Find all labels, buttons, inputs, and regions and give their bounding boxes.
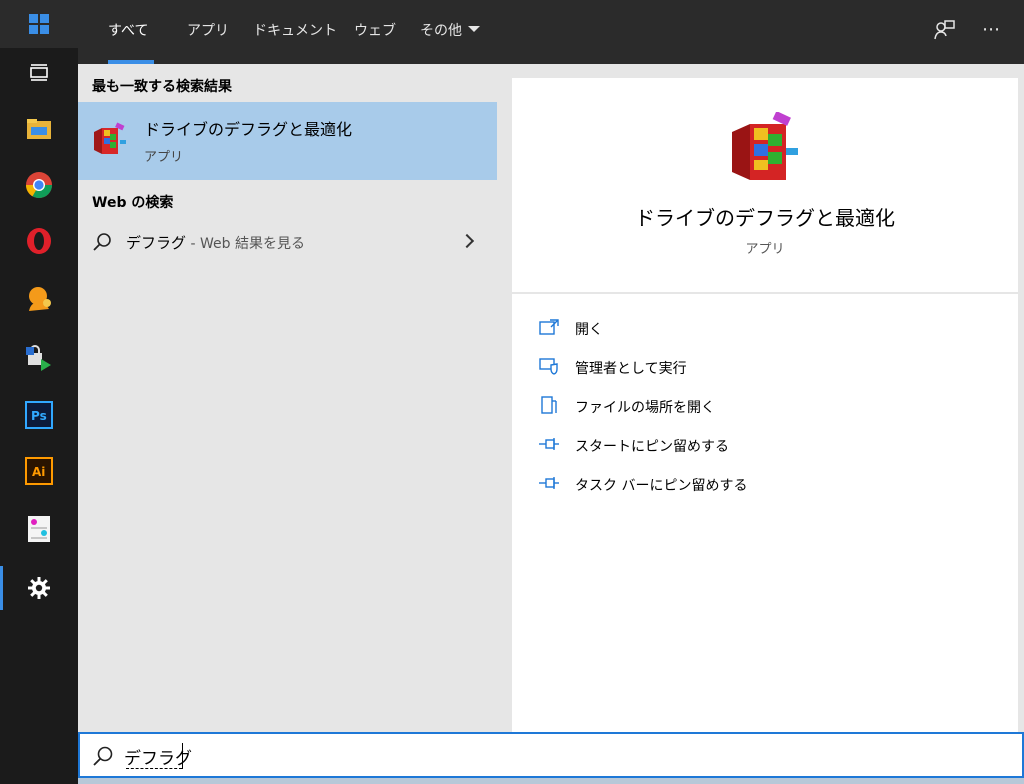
svg-text:Ps: Ps [31, 409, 47, 423]
photoshop-icon[interactable]: Ps [24, 400, 54, 430]
search-icon [92, 232, 112, 252]
windows-logo-icon [29, 14, 49, 34]
search-input[interactable] [124, 742, 984, 770]
search-icon [92, 745, 114, 767]
app-detail-pane: ドライブのデフラグと最適化 アプリ 開く 管理者として実行 ファイルの場所を開く… [512, 78, 1018, 732]
opera-icon[interactable] [24, 226, 54, 256]
text-cursor [182, 743, 183, 769]
tab-all[interactable]: すべて [108, 20, 148, 42]
pin-icon [538, 435, 560, 453]
chevron-down-icon [468, 26, 480, 32]
tab-documents[interactable]: ドキュメント [253, 20, 337, 42]
start-button[interactable] [0, 0, 78, 48]
defrag-app-large-icon [728, 110, 804, 184]
action-run-as-admin-label: 管理者として実行 [575, 361, 687, 377]
defrag-app-icon [92, 122, 128, 158]
vertical-taskbar: Ps Ai [0, 0, 78, 784]
ime-composition-underline [126, 768, 182, 769]
illustrator-icon[interactable]: Ai [24, 456, 54, 486]
chevron-right-icon[interactable] [459, 233, 475, 249]
file-explorer-icon[interactable] [24, 114, 54, 144]
search-tabs-bar: すべて アプリ ドキュメント ウェブ その他 ⋯ [78, 0, 1024, 64]
web-search-text: デフラグ - Web 結果を見る [126, 232, 305, 253]
best-match-type: アプリ [144, 150, 184, 165]
tab-more[interactable]: その他 [420, 20, 480, 42]
best-match-title: ドライブのデフラグと最適化 [144, 120, 353, 139]
divider [512, 292, 1018, 294]
feedback-icon[interactable] [932, 18, 956, 42]
app-detail-title: ドライブのデフラグと最適化 [635, 206, 895, 230]
active-indicator [0, 566, 3, 610]
action-pin-to-taskbar-label: タスク バーにピン留めする [575, 478, 748, 494]
web-search-suffix: - Web 結果を見る [186, 236, 305, 252]
svg-text:Ai: Ai [32, 465, 45, 479]
search-box[interactable] [78, 732, 1024, 778]
task-view-icon[interactable] [24, 58, 54, 88]
shield-icon [538, 357, 560, 375]
pin-icon [538, 474, 560, 492]
file-location-icon [538, 396, 560, 414]
app-detail-type: アプリ [745, 242, 785, 257]
open-icon [538, 318, 560, 336]
action-pin-to-start-label: スタートにピン留めする [575, 439, 729, 455]
more-options-icon[interactable]: ⋯ [982, 20, 1006, 40]
tab-apps[interactable]: アプリ [187, 20, 229, 42]
tab-more-label: その他 [420, 23, 462, 39]
chrome-icon[interactable] [24, 170, 54, 200]
tab-web[interactable]: ウェブ [354, 20, 396, 42]
settings-icon[interactable] [24, 573, 54, 603]
notepad-icon[interactable] [24, 514, 54, 544]
lock-transfer-icon[interactable] [24, 342, 54, 372]
web-search-heading: Web の検索 [92, 195, 174, 211]
user-app-icon[interactable] [24, 284, 54, 314]
action-open-label: 開く [575, 322, 603, 338]
best-match-heading: 最も一致する検索結果 [92, 79, 232, 95]
results-pane: 最も一致する検索結果 ドライブのデフラグと最適化 アプリ Web の検索 デフラ… [78, 64, 498, 732]
web-search-item[interactable]: デフラグ - Web 結果を見る [78, 224, 497, 260]
taskbar-edge [78, 778, 1024, 784]
app-detail-header: ドライブのデフラグと最適化 アプリ [512, 78, 1018, 292]
best-match-item[interactable]: ドライブのデフラグと最適化 アプリ [78, 102, 497, 180]
web-search-query: デフラグ [126, 234, 187, 252]
action-open-file-location-label: ファイルの場所を開く [575, 400, 715, 416]
